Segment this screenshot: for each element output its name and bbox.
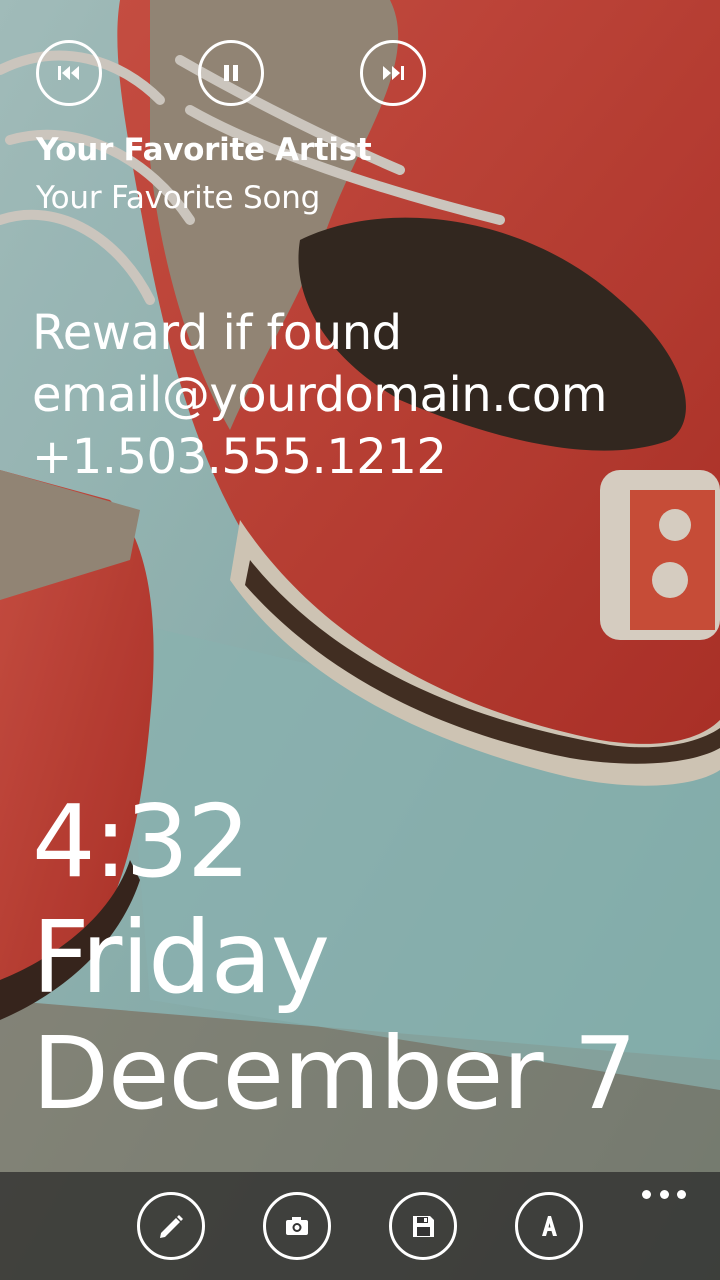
song-title: Your Favorite Song bbox=[36, 180, 321, 216]
more-icon[interactable] bbox=[642, 1184, 686, 1204]
owner-info: Reward if found email@yourdomain.com +1.… bbox=[32, 302, 608, 488]
owner-info-phone: +1.503.555.1212 bbox=[32, 429, 447, 485]
app-bar bbox=[0, 1172, 720, 1280]
lock-clock: 4:32 Friday December 7 bbox=[32, 783, 637, 1132]
clock-date: December 7 bbox=[32, 1015, 637, 1132]
pause-icon bbox=[224, 65, 238, 81]
more-dot bbox=[659, 1189, 669, 1199]
clock-time: 4:32 bbox=[32, 783, 251, 900]
more-dot bbox=[642, 1189, 651, 1199]
owner-info-line-1: Reward if found bbox=[32, 305, 402, 361]
font-icon bbox=[542, 1216, 557, 1236]
font-button[interactable] bbox=[515, 1192, 583, 1260]
camera-button[interactable] bbox=[263, 1192, 331, 1260]
media-controls bbox=[36, 40, 436, 112]
pause-button[interactable] bbox=[198, 40, 264, 106]
edit-button[interactable] bbox=[137, 1192, 205, 1260]
next-track-button[interactable] bbox=[360, 40, 426, 106]
previous-icon bbox=[58, 66, 79, 80]
artist-name: Your Favorite Artist bbox=[36, 132, 372, 168]
pencil-icon bbox=[160, 1215, 183, 1238]
save-button[interactable] bbox=[389, 1192, 457, 1260]
more-dot bbox=[677, 1189, 686, 1199]
next-icon bbox=[383, 66, 404, 80]
clock-day: Friday bbox=[32, 899, 330, 1016]
owner-info-email: email@yourdomain.com bbox=[32, 367, 608, 423]
previous-track-button[interactable] bbox=[36, 40, 102, 106]
save-icon bbox=[413, 1216, 434, 1237]
camera-icon bbox=[286, 1217, 308, 1235]
